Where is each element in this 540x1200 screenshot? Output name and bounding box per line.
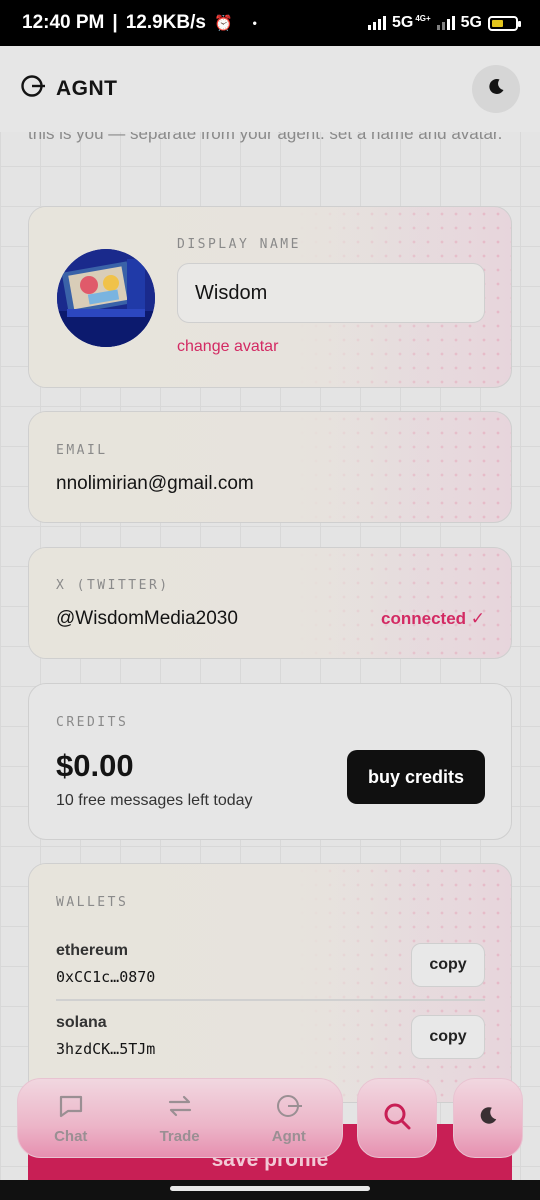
- nav-item-label: Trade: [159, 1127, 200, 1145]
- nav-theme-toggle-button[interactable]: [453, 1078, 523, 1158]
- chat-icon: [57, 1092, 85, 1124]
- network-type-sub: 4G+: [415, 13, 431, 23]
- credits-label: CREDITS: [56, 715, 129, 730]
- battery-icon: [488, 15, 521, 31]
- swap-icon: [166, 1092, 194, 1124]
- moon-icon: [477, 1105, 499, 1132]
- nav-item-label: Agnt: [271, 1127, 306, 1145]
- alarm-icon: ⏰: [213, 15, 233, 32]
- network-type-1: 5G: [391, 14, 414, 31]
- twitter-label: X (TWITTER): [56, 578, 170, 593]
- signal-icon: [367, 16, 386, 30]
- network-type-2: 5G: [460, 14, 482, 31]
- twitter-handle: @WisdomMedia2030: [56, 608, 238, 629]
- system-navigation-bar: [0, 1180, 540, 1200]
- moon-icon: [486, 77, 506, 102]
- home-indicator[interactable]: [170, 1186, 370, 1191]
- display-name-label: DISPLAY NAME: [177, 237, 301, 252]
- nav-item-trade[interactable]: Trade: [160, 1092, 200, 1145]
- wallet-divider: [56, 999, 485, 1001]
- profile-page: this is you — separate from your agent. …: [0, 46, 540, 1180]
- wallet-address: 0xCC1c…0870: [56, 968, 156, 986]
- email-value: nnolimirian@gmail.com: [56, 473, 254, 494]
- brand-name: AGNT: [56, 77, 118, 100]
- bottom-nav: Chat Trade Agnt: [17, 1078, 343, 1158]
- wallets-label: WALLETS: [56, 895, 129, 910]
- search-button[interactable]: [357, 1078, 437, 1158]
- credits-amount: $0.00: [56, 748, 134, 783]
- agnt-logo-icon: [275, 1092, 303, 1124]
- nav-item-label: Chat: [54, 1127, 88, 1145]
- top-app-bar: AGNT: [0, 46, 540, 132]
- search-icon: [382, 1101, 412, 1136]
- email-card: EMAIL nnolimirian@gmail.com: [28, 411, 512, 523]
- profile-card: DISPLAY NAME change avatar: [28, 206, 512, 388]
- copy-ethereum-address-button[interactable]: copy: [411, 943, 485, 987]
- buy-credits-button[interactable]: buy credits: [347, 750, 485, 804]
- display-name-input[interactable]: [177, 263, 485, 323]
- status-time: 12:40 PM: [22, 12, 105, 33]
- theme-toggle-button[interactable]: [472, 65, 520, 113]
- free-messages-text: 10 free messages left today: [56, 792, 253, 809]
- twitter-card: X (TWITTER) @WisdomMedia2030 connected ✓: [28, 547, 512, 659]
- nav-item-agnt[interactable]: Agnt: [272, 1092, 306, 1145]
- signal-icon-2: [436, 16, 455, 30]
- wallet-address: 3hzdCK…5TJm: [56, 1040, 156, 1058]
- wallet-chain-name: solana: [56, 1014, 107, 1031]
- nav-item-chat[interactable]: Chat: [54, 1092, 87, 1145]
- email-label: EMAIL: [56, 443, 108, 458]
- wallet-chain-name: ethereum: [56, 942, 129, 959]
- status-dot: •: [252, 16, 257, 30]
- brand[interactable]: AGNT: [20, 73, 118, 105]
- credits-card: CREDITS $0.00 10 free messages left toda…: [28, 683, 512, 840]
- twitter-connected-status: connected ✓: [381, 609, 485, 628]
- avatar[interactable]: [57, 249, 155, 347]
- wallets-card: WALLETS ethereum 0xCC1c…0870 copy solana…: [28, 863, 512, 1103]
- status-bar: 12:40 PM | 12.9KB/s ⏰ • 5G 4G+ 5G: [0, 0, 540, 46]
- agnt-logo-icon: [20, 73, 46, 105]
- status-separator: |: [112, 12, 118, 33]
- status-network-speed: 12.9KB/s: [125, 12, 206, 33]
- copy-solana-address-button[interactable]: copy: [411, 1015, 485, 1059]
- change-avatar-link[interactable]: change avatar: [177, 338, 278, 356]
